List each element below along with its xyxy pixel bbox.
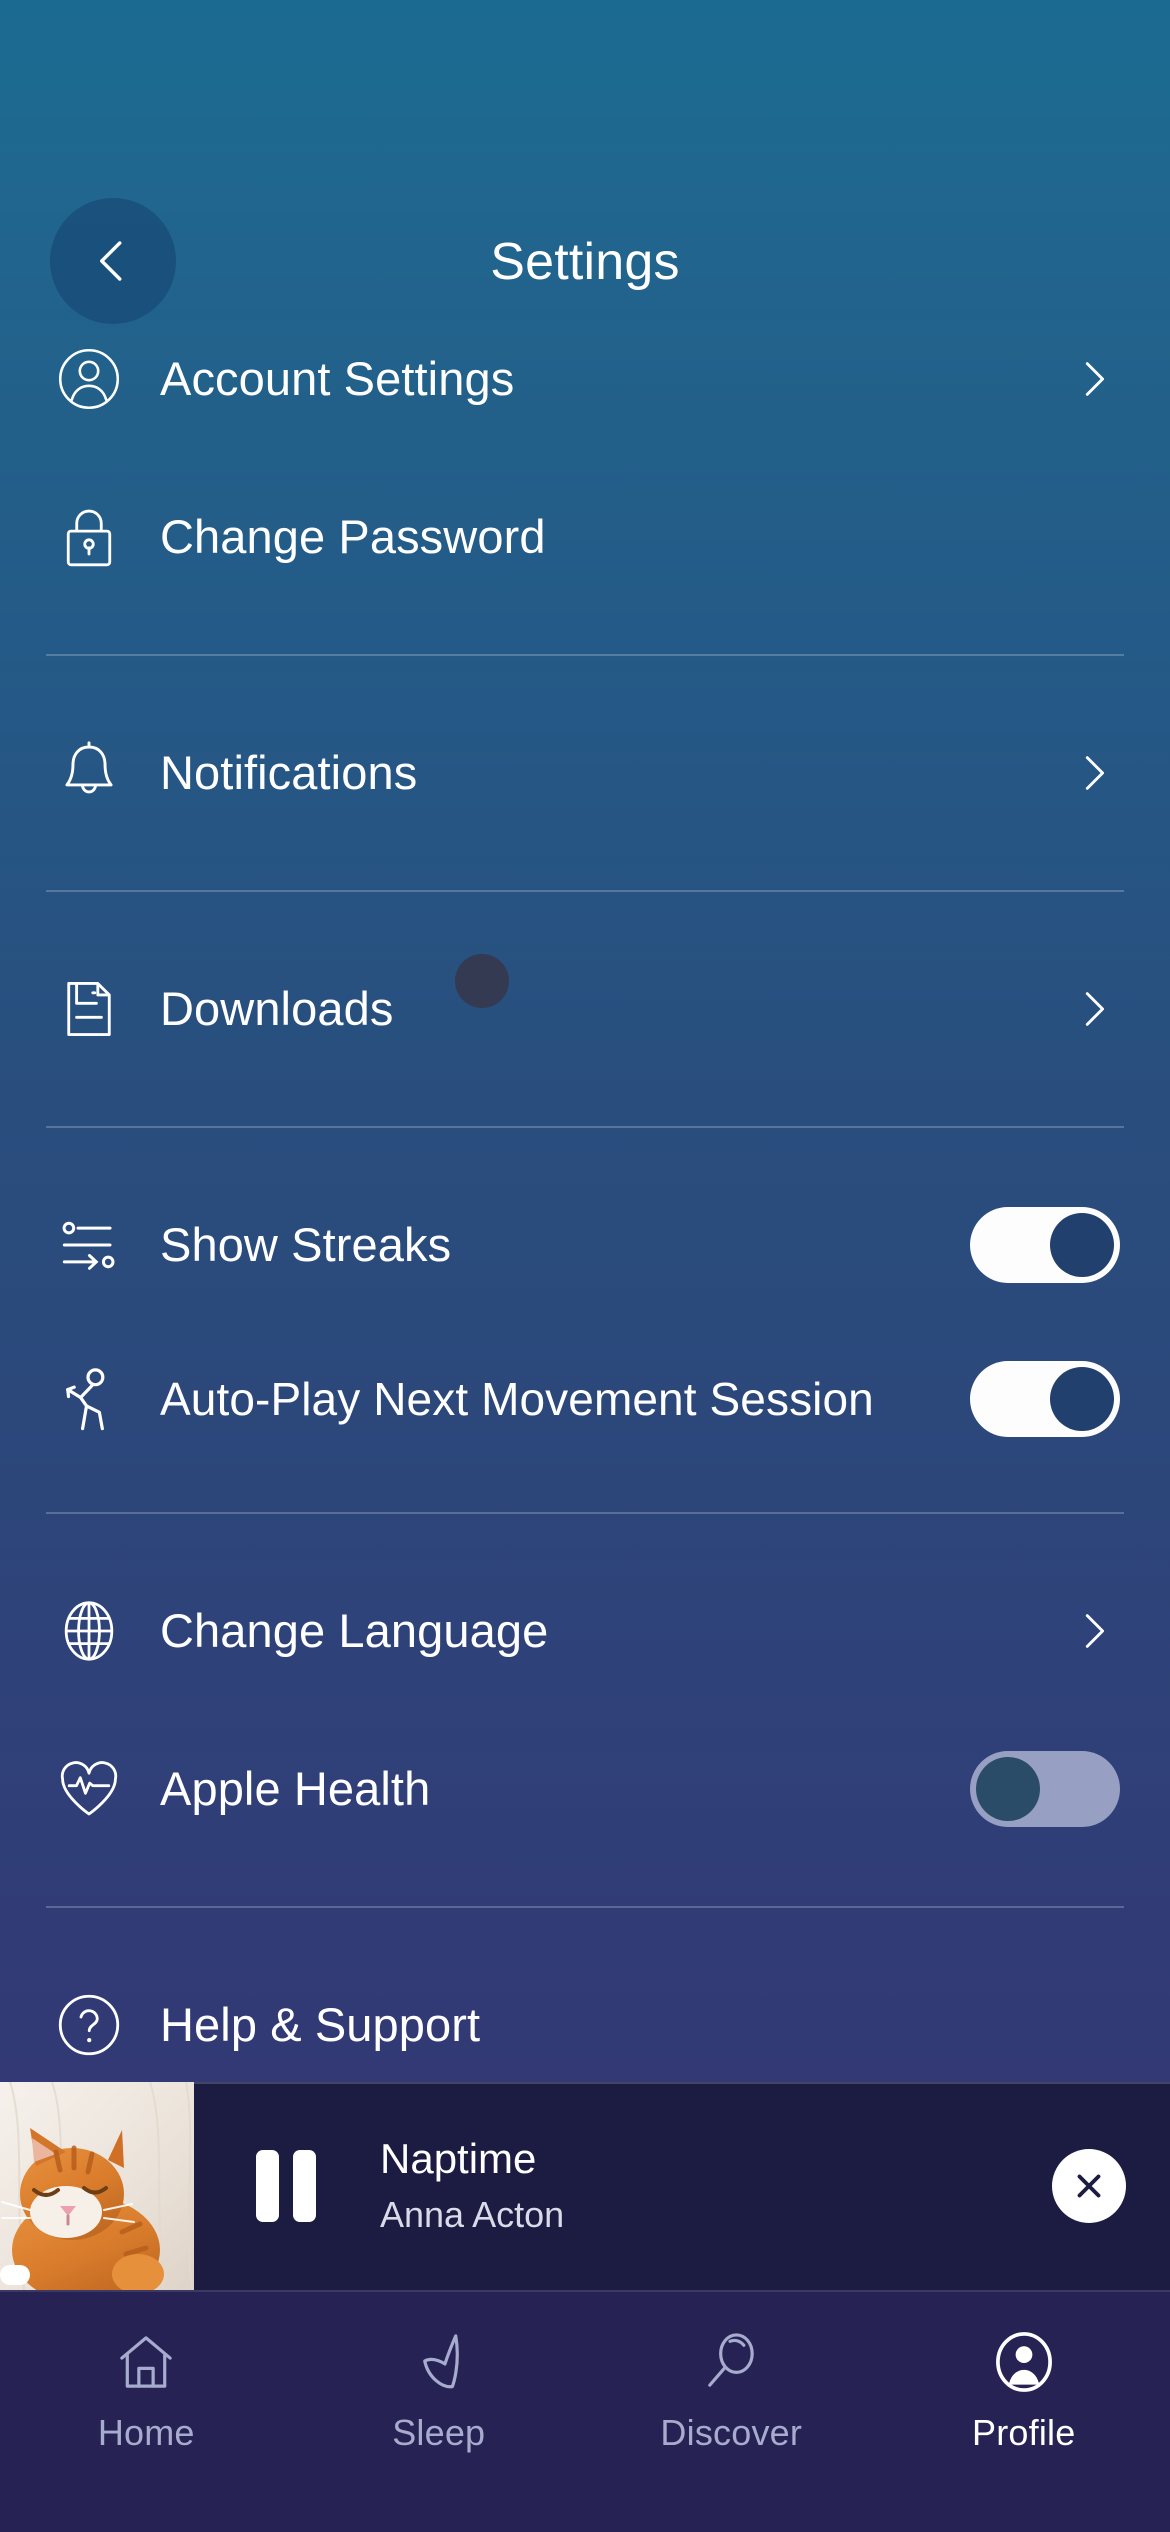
globe-icon: [46, 1588, 132, 1674]
settings-row-label: Account Settings: [160, 351, 515, 405]
sliders-icon: [46, 1202, 132, 1288]
settings-row-notifications[interactable]: Notifications: [0, 694, 1170, 852]
settings-list[interactable]: Account Settings Change Password Notific…: [0, 300, 1170, 2082]
pause-icon: [256, 2150, 279, 2222]
settings-row-label: Help & Support: [160, 1997, 481, 2051]
stretching-person-icon: [46, 1356, 132, 1442]
settings-row-label: Auto-Play Next Movement Session: [160, 1372, 874, 1425]
toggle-knob: [1050, 1213, 1114, 1277]
settings-row-help-support[interactable]: Help & Support: [0, 1946, 1170, 2104]
settings-row-downloads[interactable]: Downloads: [0, 930, 1170, 1088]
close-x-icon: [1070, 2167, 1108, 2205]
moon-icon: [407, 2326, 471, 2398]
sleeping-orange-kitten-image: [0, 2082, 194, 2290]
home-icon: [114, 2326, 178, 2398]
chevron-left-icon: [86, 234, 140, 288]
player-track-artist: Anna Acton: [380, 2193, 565, 2235]
toggle-knob: [976, 1757, 1040, 1821]
tab-label: Sleep: [392, 2412, 486, 2453]
settings-row-label: Downloads: [160, 981, 394, 1035]
tab-profile[interactable]: Profile: [878, 2326, 1170, 2454]
heart-pulse-icon: [46, 1746, 132, 1832]
show-streaks-toggle[interactable]: [970, 1207, 1120, 1283]
settings-row-auto-play[interactable]: Auto-Play Next Movement Session: [0, 1324, 1170, 1474]
header: Settings: [0, 0, 1170, 324]
settings-row-change-language[interactable]: Change Language: [0, 1552, 1170, 1710]
player-track-title: Naptime: [380, 2135, 537, 2183]
apple-health-toggle[interactable]: [970, 1751, 1120, 1827]
pause-button[interactable]: [234, 2150, 338, 2222]
chevron-right-icon[interactable]: [1070, 750, 1116, 796]
player-progress-indicator[interactable]: [0, 2264, 34, 2286]
downloads-badge-dot: [455, 954, 509, 1008]
close-player-button[interactable]: [1052, 2149, 1126, 2223]
settings-row-apple-health[interactable]: Apple Health: [0, 1710, 1170, 1868]
auto-play-toggle[interactable]: [970, 1361, 1120, 1437]
player-metadata: Naptime Anna Acton: [380, 2133, 1052, 2238]
settings-row-label: Change Password: [160, 509, 546, 563]
tab-discover[interactable]: Discover: [585, 2326, 878, 2454]
settings-row-account-settings[interactable]: Account Settings: [0, 300, 1170, 458]
mini-player[interactable]: Naptime Anna Acton: [0, 2082, 1170, 2290]
tab-label: Home: [97, 2412, 195, 2453]
tab-sleep[interactable]: Sleep: [293, 2326, 586, 2454]
tab-label: Profile: [972, 2412, 1076, 2453]
profile-avatar-icon: [992, 2326, 1056, 2398]
document-download-icon: [46, 966, 132, 1052]
lock-icon: [46, 494, 132, 580]
chevron-right-icon[interactable]: [1070, 356, 1116, 402]
settings-row-label: Show Streaks: [160, 1217, 452, 1271]
user-circle-icon: [46, 336, 132, 422]
settings-row-change-password[interactable]: Change Password: [0, 458, 1170, 616]
settings-row-label: Apple Health: [160, 1761, 431, 1815]
settings-row-label: Change Language: [160, 1603, 549, 1657]
chevron-right-icon[interactable]: [1070, 986, 1116, 1032]
bell-icon: [46, 730, 132, 816]
chevron-right-icon[interactable]: [1070, 1608, 1116, 1654]
tab-label: Discover: [660, 2412, 803, 2453]
player-artwork[interactable]: [0, 2082, 194, 2290]
search-icon: [699, 2326, 763, 2398]
progress-thumb: [0, 2265, 30, 2285]
question-circle-icon: [46, 1982, 132, 2068]
settings-row-show-streaks[interactable]: Show Streaks: [0, 1166, 1170, 1324]
bottom-tab-bar[interactable]: Home Sleep Discover Profile: [0, 2290, 1170, 2532]
settings-row-label: Notifications: [160, 745, 418, 799]
toggle-knob: [1050, 1367, 1114, 1431]
tab-home[interactable]: Home: [0, 2326, 293, 2454]
pause-icon: [293, 2150, 316, 2222]
